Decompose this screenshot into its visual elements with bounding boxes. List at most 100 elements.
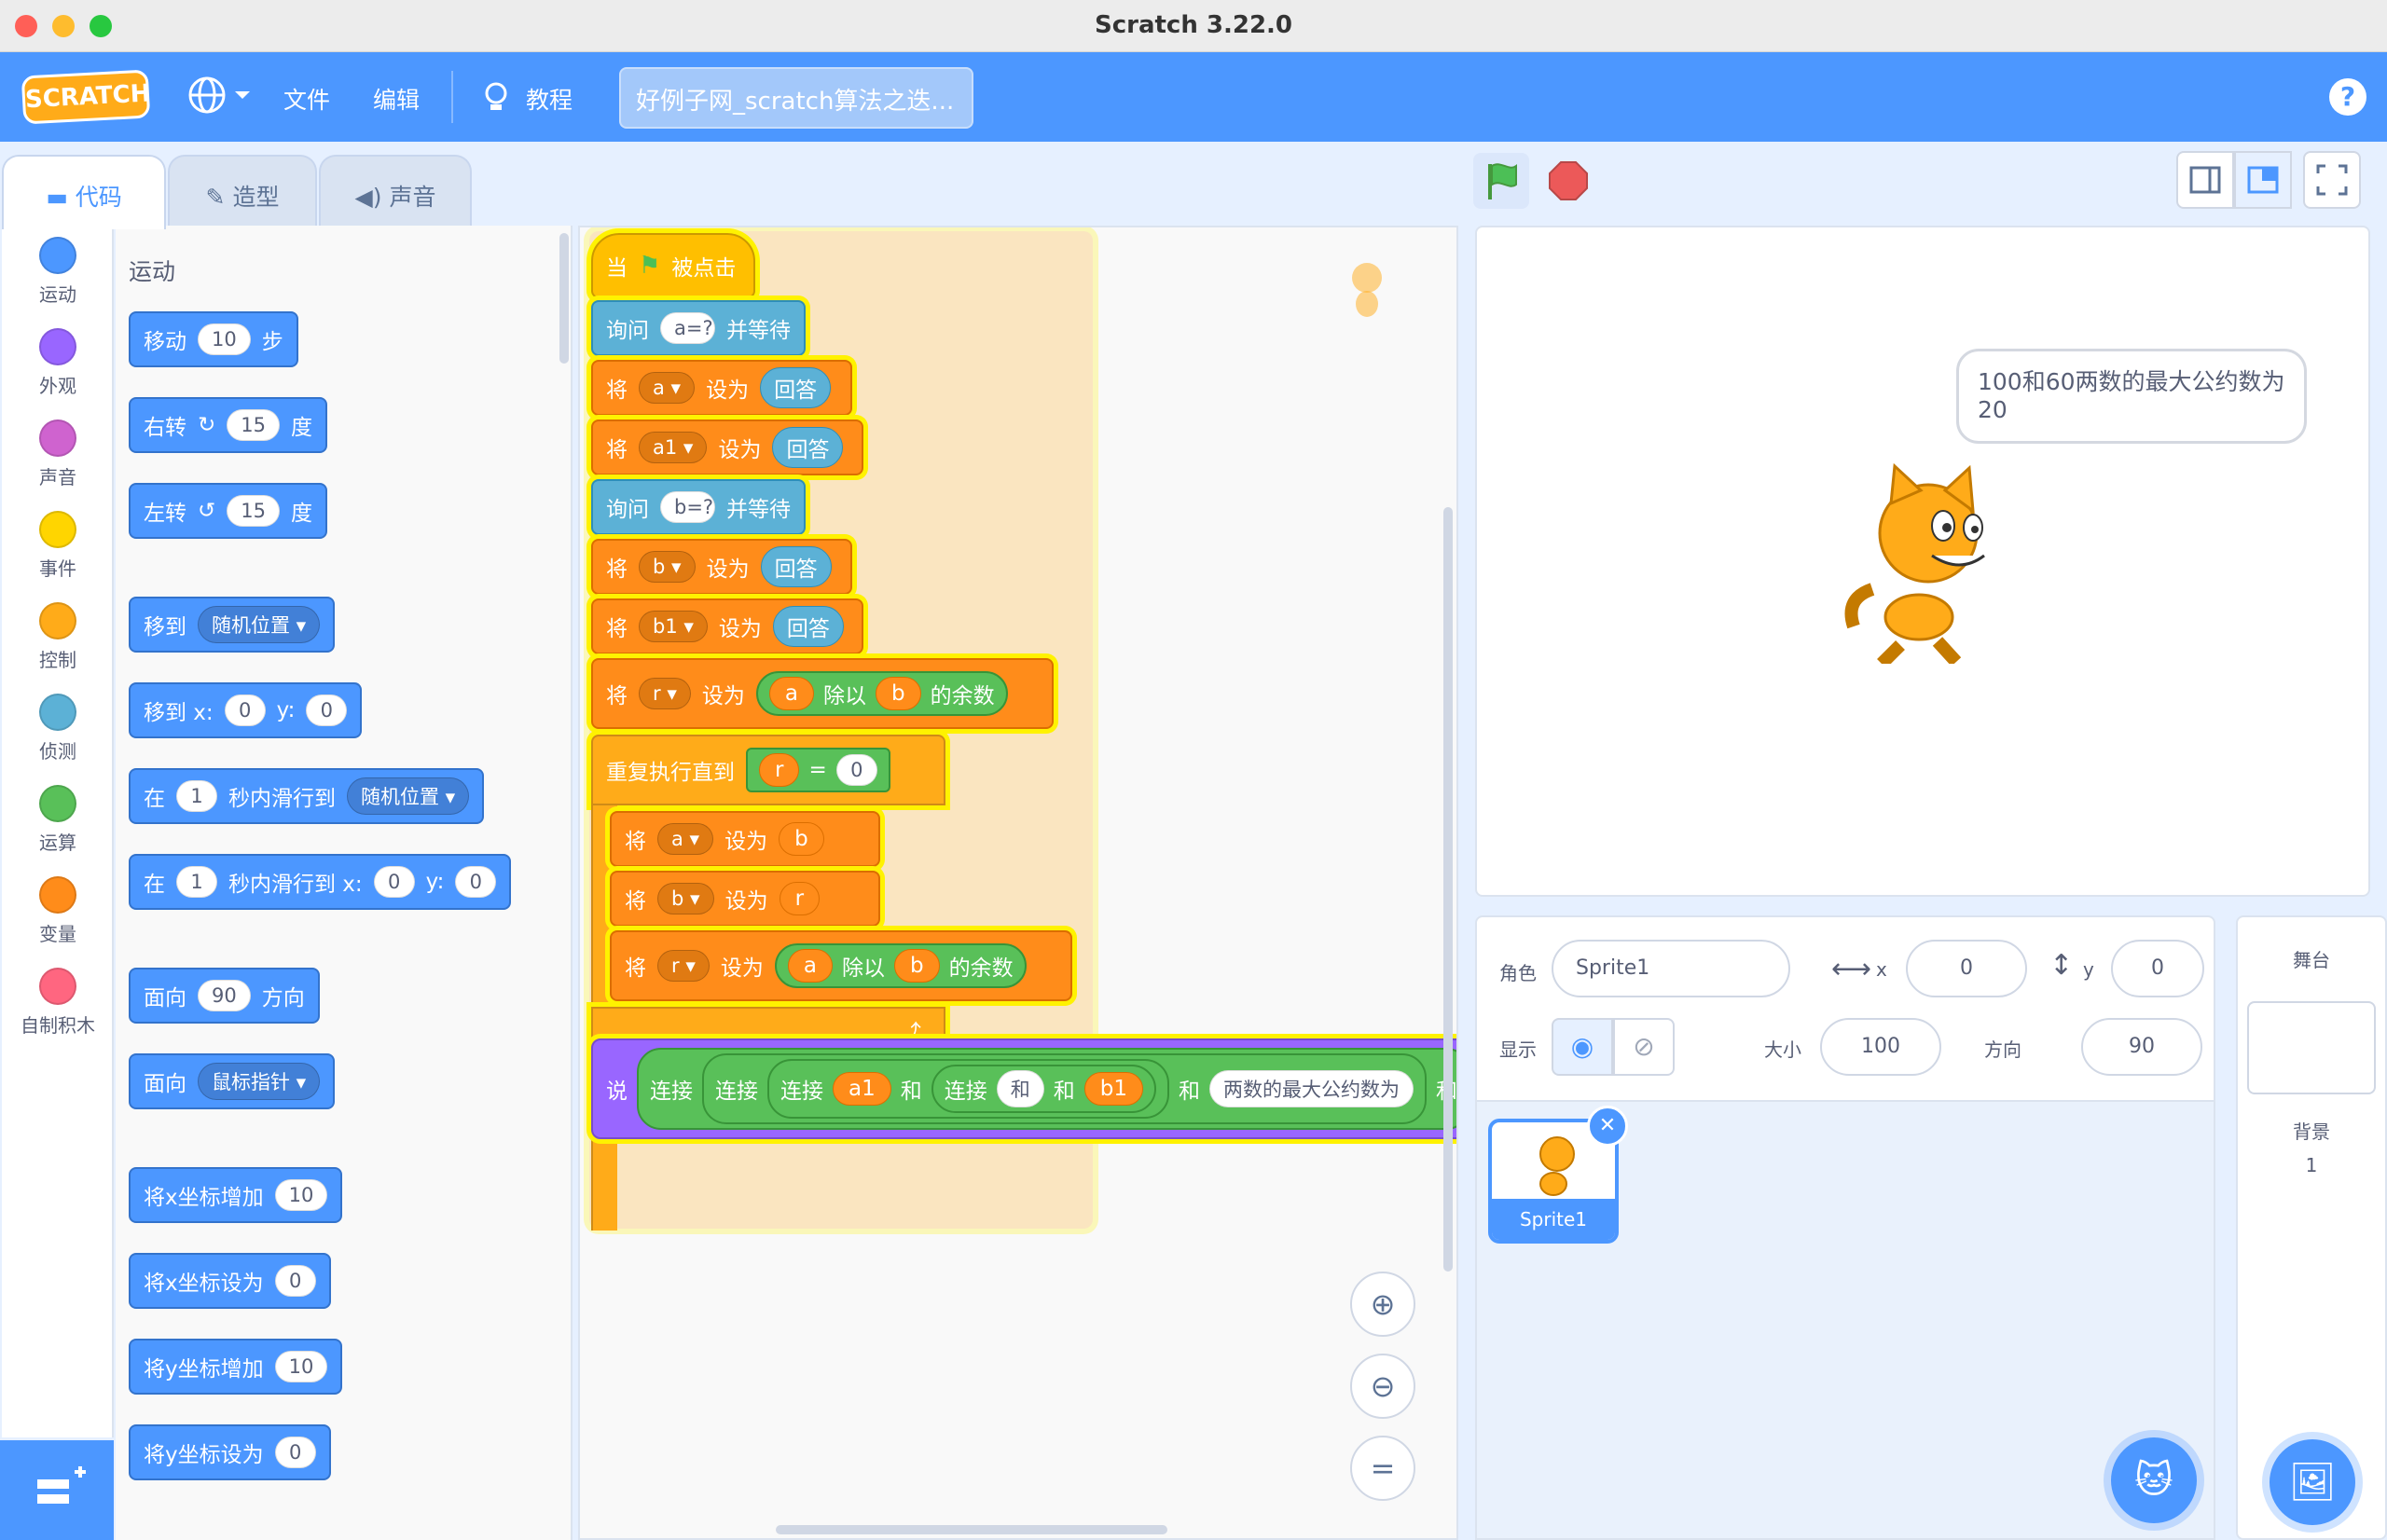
variable-dropdown[interactable]: b1 ▾ [639, 611, 708, 642]
tab-costumes[interactable]: ✎ 造型 [168, 155, 317, 226]
point-towards-block[interactable]: 面向 鼠标指针 ▾ [129, 1053, 336, 1109]
cat-sprite[interactable] [1835, 459, 2021, 664]
text-input[interactable]: 两数的最大公约数为 [1208, 1070, 1414, 1107]
tutorials-menu[interactable]: 教程 [526, 82, 573, 116]
seconds-input[interactable]: 1 [176, 866, 217, 898]
category-looks[interactable]: 外观 [2, 328, 114, 398]
zoom-out-button[interactable]: ⊖ [1350, 1354, 1415, 1419]
category-events[interactable]: 事件 [2, 511, 114, 581]
seconds-input[interactable]: 1 [176, 780, 217, 812]
turn-right-block[interactable]: 右转 ↻ 15 度 [129, 397, 328, 453]
show-sprite-button[interactable]: ◉ [1552, 1018, 1613, 1076]
help-icon[interactable]: ? [2329, 78, 2366, 116]
sprite-name-input[interactable]: Sprite1 [1552, 940, 1790, 997]
hide-sprite-button[interactable]: ⊘ [1613, 1018, 1675, 1076]
goto-xy-block[interactable]: 移到 x: 0 y: 0 [129, 682, 363, 738]
variable-dropdown[interactable]: a ▾ [639, 372, 696, 404]
set-variable-block[interactable]: 将 a1 ▾ 设为 回答 [591, 419, 863, 475]
large-stage-button[interactable] [2234, 151, 2292, 209]
mod-operator[interactable]: a 除以 b 的余数 [774, 943, 1027, 988]
zoom-in-button[interactable]: ⊕ [1350, 1272, 1415, 1337]
variable-dropdown[interactable]: a1 ▾ [639, 432, 708, 463]
size-input[interactable]: 100 [1820, 1018, 1941, 1076]
small-stage-button[interactable] [2176, 151, 2234, 209]
category-motion[interactable]: 运动 [2, 237, 114, 307]
category-sensing[interactable]: 侦测 [2, 694, 114, 763]
delete-sprite-button[interactable]: ✕ [1587, 1106, 1628, 1147]
category-operators[interactable]: 运算 [2, 785, 114, 855]
value-input[interactable]: 0 [274, 1265, 316, 1297]
glide-xy-block[interactable]: 在 1 秒内滑行到 x: 0 y: 0 [129, 854, 512, 910]
category-sound[interactable]: 声音 [2, 419, 114, 489]
stop-button[interactable] [1540, 153, 1596, 209]
file-menu[interactable]: 文件 [283, 82, 330, 116]
stage-selector[interactable]: 舞台 背景 1 🖼 [2236, 915, 2387, 1540]
set-variable-block[interactable]: 将 b1 ▾ 设为 回答 [591, 598, 863, 654]
mod-operator[interactable]: a 除以 b 的余数 [755, 671, 1008, 716]
value-input[interactable]: 0 [274, 1437, 316, 1468]
point-direction-block[interactable]: 面向 90 方向 [129, 968, 320, 1024]
direction-input[interactable]: 90 [198, 980, 251, 1011]
turn-left-block[interactable]: 左转 ↺ 15 度 [129, 483, 328, 539]
add-extension-button[interactable] [0, 1440, 114, 1540]
category-my-blocks[interactable]: 自制积木 [2, 968, 114, 1038]
variable-dropdown[interactable]: a ▾ [657, 823, 714, 855]
direction-input[interactable]: 90 [2081, 1018, 2202, 1076]
green-flag-hat-block[interactable]: 当 ⚑ 被点击 [591, 233, 755, 298]
fullscreen-button[interactable] [2303, 151, 2361, 209]
tab-code[interactable]: ▬ 代码 [2, 155, 166, 229]
edit-menu[interactable]: 编辑 [373, 82, 420, 116]
set-variable-block[interactable]: 将 r ▾ 设为 a 除以 b 的余数 [610, 930, 1072, 1001]
set-variable-block[interactable]: 将 b ▾ 设为 r [610, 871, 880, 927]
repeat-until-block[interactable]: 重复执行直到 r = 0 [591, 735, 945, 805]
variable-dropdown[interactable]: b ▾ [639, 551, 696, 583]
y-input[interactable]: 0 [306, 694, 348, 726]
equals-operator[interactable]: r = 0 [746, 748, 890, 792]
value-input[interactable]: 10 [274, 1179, 328, 1211]
glide-block[interactable]: 在 1 秒内滑行到 随机位置 ▾ [129, 768, 485, 824]
backdrop-thumbnail[interactable] [2247, 1001, 2376, 1094]
glide-target-dropdown[interactable]: 随机位置 ▾ [347, 777, 470, 815]
x-input[interactable]: 0 [373, 866, 415, 898]
join-operator[interactable]: 连接 连接 a1 和 连接和和 b1 和两数的最大公约数为 [702, 1053, 1427, 1124]
variable-dropdown[interactable]: r ▾ [639, 678, 691, 709]
steps-input[interactable]: 10 [198, 323, 251, 355]
scratch-logo[interactable]: SCRATCH [21, 69, 151, 125]
variable-dropdown[interactable]: b ▾ [657, 883, 714, 914]
text-input[interactable]: 和 [996, 1070, 1044, 1107]
category-variables[interactable]: 变量 [2, 876, 114, 946]
set-y-block[interactable]: 将y坐标设为 0 [129, 1424, 331, 1480]
join-operator[interactable]: 连接 连接 连接a1和 连接和和b1 和两数的最大公约数为 和 [637, 1048, 1456, 1130]
ask-wait-block[interactable]: 询问 b=? 并等待 [591, 479, 806, 535]
tab-sounds[interactable]: ◀) 声音 [319, 155, 472, 226]
stage-canvas[interactable]: 100和60两数的最大公约数为20 [1475, 226, 2370, 897]
x-position-input[interactable]: 0 [1906, 940, 2027, 997]
question-input[interactable]: b=? [660, 491, 715, 523]
variable-reporter[interactable]: b1 [1083, 1072, 1143, 1106]
goto-block[interactable]: 移到 随机位置 ▾ [129, 597, 336, 653]
variable-reporter[interactable]: r [759, 753, 800, 787]
set-variable-block[interactable]: 将 r ▾ 设为 a 除以 b 的余数 [591, 658, 1054, 729]
join-operator[interactable]: 连接 a1 和 连接和和 b1 [767, 1059, 1169, 1119]
variable-reporter[interactable]: b [893, 949, 940, 983]
change-x-block[interactable]: 将x坐标增加 10 [129, 1167, 343, 1223]
palette-scrollbar[interactable] [559, 233, 569, 364]
set-x-block[interactable]: 将x坐标设为 0 [129, 1253, 331, 1309]
green-flag-button[interactable] [1473, 153, 1529, 209]
add-backdrop-button[interactable]: 🖼 [2270, 1439, 2355, 1525]
project-title-input[interactable]: 好例子网_scratch算法之迭... [619, 67, 973, 129]
variable-reporter[interactable]: b [779, 822, 824, 856]
answer-reporter[interactable]: 回答 [760, 367, 832, 408]
add-sprite-button[interactable]: 🐱 [2111, 1437, 2197, 1523]
variable-reporter[interactable]: a1 [833, 1072, 891, 1106]
answer-reporter[interactable]: 回答 [772, 427, 844, 468]
zoom-reset-button[interactable]: = [1350, 1436, 1415, 1501]
ask-wait-block[interactable]: 询问 a=? 并等待 [591, 300, 806, 356]
point-target-dropdown[interactable]: 鼠标指针 ▾ [198, 1063, 321, 1100]
vertical-scrollbar[interactable] [1443, 507, 1453, 1272]
answer-reporter[interactable]: 回答 [772, 606, 844, 647]
category-control[interactable]: 控制 [2, 602, 114, 672]
x-input[interactable]: 0 [224, 694, 266, 726]
script-area[interactable]: 当 ⚑ 被点击 询问 a=? 并等待 将a ▾ 设为 回答 将 a1 ▾ 设为 回答 询问 b=? 并… [578, 226, 1458, 1540]
variable-reporter[interactable]: b [875, 677, 921, 710]
